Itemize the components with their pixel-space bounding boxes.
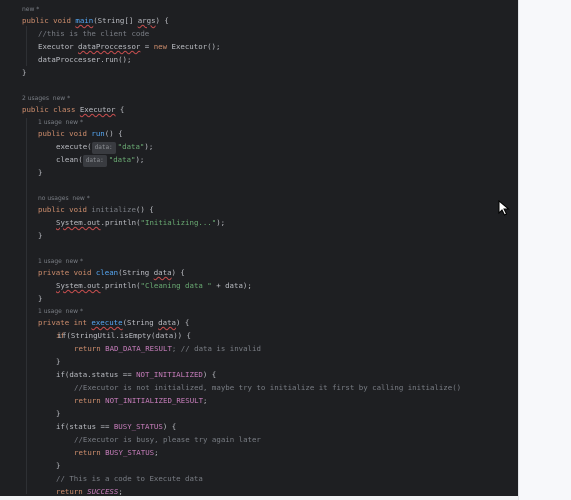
code-line-if-status: if(data.status == NOT_INITIALIZED) {	[56, 370, 217, 379]
code-line-close: }	[56, 461, 61, 470]
right-panel	[518, 0, 571, 500]
code-line-close: }	[56, 357, 61, 366]
code-line-comment: // This is a code to Execute data	[56, 474, 203, 483]
code-line-execute-decl: private int execute(String data) {	[38, 318, 190, 327]
code-line-return-busy: return BUSY_STATUS;	[74, 448, 159, 457]
code-line-clean-call: clean(data: "data");	[56, 154, 144, 167]
code-line-close: }	[38, 168, 43, 177]
code-line-if-busy: if(status == BUSY_STATUS) {	[56, 422, 177, 431]
code-line-class-decl: public class Executor {	[22, 105, 125, 114]
indent-guide	[26, 118, 27, 494]
code-line-close: }	[38, 231, 43, 240]
code-line-comment: //Executor is not initialized, maybe try…	[74, 383, 462, 392]
code-line-return-not-init: return NOT_INITIALIZED_RESULT;	[74, 396, 208, 405]
mouse-pointer-icon	[498, 200, 510, 216]
code-line-run-decl: public void run() {	[38, 129, 123, 138]
code-line-run-call: dataProccesser.run();	[38, 55, 132, 64]
code-line-return-success: return SUCCESS;	[56, 487, 123, 496]
code-line-main-signature: public void main(String[] args) {	[22, 16, 169, 25]
code-line-close: }	[38, 294, 43, 303]
code-editor[interactable]: new * public void main(String[] args) { …	[0, 0, 518, 496]
code-line-initialize-decl: public void initialize() {	[38, 205, 154, 214]
code-line-comment: //this is the client code	[38, 29, 150, 38]
code-line-execute-call: execute(data: "data");	[56, 141, 153, 154]
code-line-clean-decl: private void clean(String data) {	[38, 268, 185, 277]
code-line-println: System.out.println("Cleaning data " + da…	[56, 281, 252, 290]
code-line-if-empty: ifif(StringUtil.isEmpty(data)) {	[56, 331, 192, 340]
code-line-return-bad: return BAD_DATA_RESULT; // data is inval…	[74, 344, 261, 353]
code-line-println: System.out.println("Initializing...");	[56, 218, 226, 227]
code-line-comment: //Executor is busy, please try again lat…	[74, 435, 261, 444]
code-line-close: }	[56, 409, 61, 418]
code-line-executor-decl: Executor dataProccessor = new Executor()…	[38, 42, 221, 51]
code-line-close: }	[22, 68, 27, 77]
indent-guide	[26, 26, 27, 66]
